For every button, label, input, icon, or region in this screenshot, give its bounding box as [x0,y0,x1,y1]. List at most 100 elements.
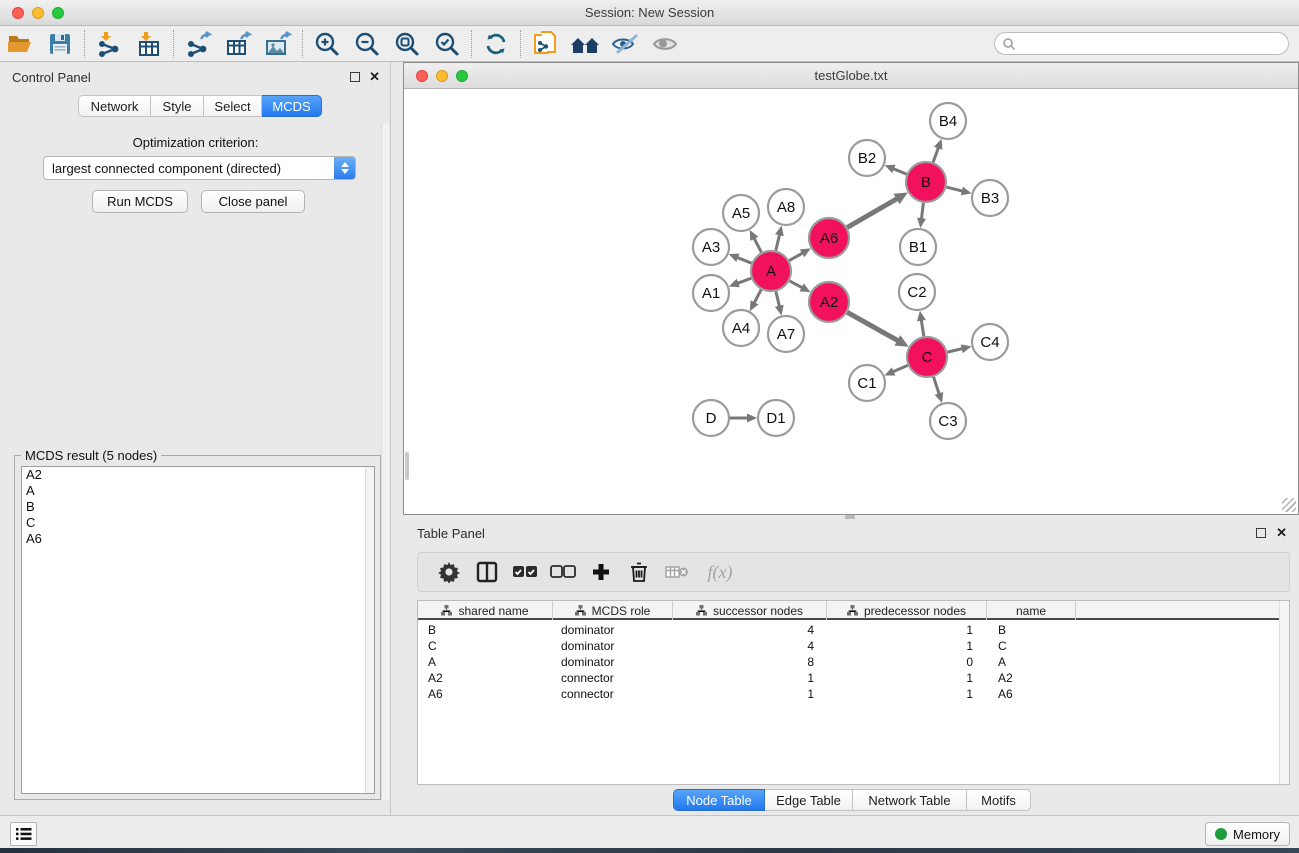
table-row[interactable]: A6connector11A6 [418,686,1280,702]
add-column-button[interactable] [582,556,620,588]
control-panel-scrollbar[interactable] [381,124,389,800]
mcds-result-list[interactable]: A2ABCA6 [21,466,375,794]
column-header-shared-name[interactable]: shared name [418,601,553,620]
list-scrollbar[interactable] [365,467,374,793]
optimization-criterion-dropdown[interactable]: largest connected component (directed) [43,156,356,180]
delete-table-button[interactable] [658,556,696,588]
table-cell[interactable]: A2 [987,670,1076,686]
import-table-button[interactable] [129,28,169,60]
network-graph[interactable]: B4B2BB3B1A5A8A6A3AA1A4A7A2C2CC4C1C3DD1 [404,89,1298,514]
open-session-button[interactable] [0,28,40,60]
zoom-fit-button[interactable] [387,28,427,60]
table-cell[interactable]: connector [553,686,673,702]
column-header-predecessor-nodes[interactable]: predecessor nodes [827,601,987,620]
table-cell[interactable]: dominator [553,638,673,654]
tab-style[interactable]: Style [151,95,204,117]
graph-edge[interactable] [847,198,898,228]
tab-node-table[interactable]: Node Table [673,789,765,811]
table-cell[interactable]: 1 [827,622,987,638]
dropdown-stepper-icon[interactable] [334,157,355,179]
float-panel-icon[interactable] [350,72,360,82]
refresh-button[interactable] [476,28,516,60]
graph-edge[interactable] [847,312,899,341]
tab-network[interactable]: Network [78,95,151,117]
task-history-button[interactable] [10,822,37,846]
table-settings-button[interactable] [430,556,468,588]
column-header-name[interactable]: name [987,601,1076,620]
table-row[interactable]: Cdominator41C [418,638,1280,654]
table-cell[interactable]: dominator [553,654,673,670]
table-cell[interactable]: A [987,654,1076,670]
table-cell[interactable]: 1 [673,686,827,702]
table-cell[interactable]: C [418,638,553,654]
import-network-button[interactable] [89,28,129,60]
zoom-out-button[interactable] [347,28,387,60]
tab-motifs[interactable]: Motifs [967,789,1031,811]
graph-edge[interactable] [892,168,907,174]
table-cell[interactable]: B [987,622,1076,638]
mcds-result-item[interactable]: A [22,483,374,499]
table-cell[interactable]: 1 [673,670,827,686]
network-canvas[interactable]: B4B2BB3B1A5A8A6A3AA1A4A7A2C2CC4C1C3DD1 [404,89,1298,514]
zoom-in-button[interactable] [307,28,347,60]
column-header-mcds-role[interactable]: MCDS role [553,601,673,620]
mcds-result-item[interactable]: A6 [22,531,374,547]
resize-grip-icon[interactable] [1282,498,1296,512]
select-all-columns-button[interactable] [506,556,544,588]
graph-edge[interactable] [736,278,751,283]
export-image-button[interactable] [258,28,298,60]
split-columns-button[interactable] [468,556,506,588]
function-builder-button[interactable]: f(x) [696,556,744,588]
close-panel-icon[interactable]: ✕ [369,69,380,85]
graph-edge[interactable] [753,237,761,252]
mcds-result-item[interactable]: A2 [22,467,374,483]
zoom-selected-button[interactable] [427,28,467,60]
mcds-result-item[interactable]: C [22,515,374,531]
tab-network-table[interactable]: Network Table [853,789,967,811]
memory-button[interactable]: Memory [1205,822,1290,846]
tab-mcds[interactable]: MCDS [262,95,322,117]
table-cell[interactable]: 1 [827,686,987,702]
graph-edge[interactable] [736,257,751,263]
graph-edge[interactable] [921,319,924,337]
table-cell[interactable]: dominator [553,622,673,638]
table-cell[interactable]: 8 [673,654,827,670]
document-share-button[interactable] [525,28,565,60]
double-home-button[interactable] [565,28,605,60]
export-table-button[interactable] [218,28,258,60]
graph-edge[interactable] [776,233,780,250]
save-session-button[interactable] [40,28,80,60]
table-row[interactable]: Bdominator41B [418,622,1280,638]
table-cell[interactable]: 4 [673,622,827,638]
run-mcds-button[interactable]: Run MCDS [92,190,188,213]
graph-edge[interactable] [789,252,804,260]
tab-select[interactable]: Select [204,95,262,117]
graph-edge[interactable] [934,377,940,395]
tab-edge-table[interactable]: Edge Table [765,789,853,811]
graph-edge[interactable] [776,291,780,307]
table-cell[interactable]: 4 [673,638,827,654]
close-panel-button[interactable]: Close panel [201,190,305,213]
graph-edge[interactable] [892,365,908,372]
mcds-result-item[interactable]: B [22,499,374,515]
graph-edge[interactable] [754,290,762,305]
close-table-panel-icon[interactable]: ✕ [1276,525,1287,541]
graph-edge[interactable] [946,187,963,191]
table-row[interactable]: A2connector11A2 [418,670,1280,686]
table-cell[interactable]: B [418,622,553,638]
table-cell[interactable]: A6 [987,686,1076,702]
delete-column-button[interactable] [620,556,658,588]
graph-edge[interactable] [790,281,804,288]
table-row[interactable]: Adominator80A [418,654,1280,670]
eye-slash-button[interactable] [605,28,645,60]
export-network-button[interactable] [178,28,218,60]
float-table-panel-icon[interactable] [1256,528,1266,538]
table-cell[interactable]: A2 [418,670,553,686]
deselect-all-columns-button[interactable] [544,556,582,588]
graph-edge[interactable] [921,203,923,220]
search-input[interactable] [1016,35,1288,53]
canvas-scrollbar[interactable] [405,452,409,480]
table-cell[interactable]: A [418,654,553,670]
table-cell[interactable]: A6 [418,686,553,702]
table-cell[interactable]: connector [553,670,673,686]
